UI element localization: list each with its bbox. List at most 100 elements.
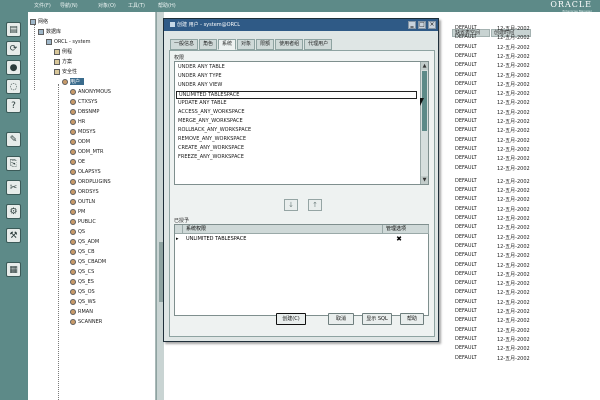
show-sql-icon[interactable]: ⚙ [6,204,21,219]
tree-node-user[interactable]: PM [70,207,85,216]
grid-row-header [175,225,183,234]
scroll-down-arrow-icon[interactable]: ▼ [421,176,428,184]
tree-node-orcl[interactable]: ORCL - system [46,37,91,46]
connect-icon[interactable]: ● [6,60,21,75]
admin-option-checkbox[interactable]: ✖ [395,235,403,243]
user-icon [70,308,76,315]
delete-icon[interactable]: ✂ [6,180,21,195]
console-icon[interactable]: ▤ [6,22,21,37]
default-tablespace-cell: DEFAULT [455,308,477,314]
default-tablespace-cell: DEFAULT [455,242,477,249]
privilege-item[interactable]: ACCESS_ANY_WORKSPACE [178,109,245,117]
tree-node-user[interactable]: QS_CS [70,267,94,276]
tab-quota[interactable]: 限额 [256,39,275,50]
minimize-button[interactable]: ‗ [408,21,416,29]
tab-consumer-group[interactable]: 使用者组 [275,39,304,50]
menu-object[interactable]: 对象(O) [98,2,116,9]
grant-privilege-button[interactable]: ↓ [284,199,298,211]
tree-node-instance[interactable]: 例程 [54,47,72,56]
grid-header-privilege[interactable]: 系统权限 [183,225,383,234]
created-date-cell: 12-五月-2002 [497,100,530,107]
tree-node-user[interactable]: SCANNER [70,317,102,326]
privilege-list[interactable]: UNDER ANY TABLE UNDER ANY TYPE UNDER ANY… [174,61,429,185]
report-icon[interactable]: ▦ [6,262,21,277]
tree-node-user[interactable]: OE [70,157,85,166]
revoke-privilege-button[interactable]: ↑ [308,199,322,211]
tab-system[interactable]: 系统 [218,39,237,50]
tree-node-security[interactable]: 安全性 [54,67,77,76]
tab-proxy-user[interactable]: 代理用户 [304,39,333,50]
cancel-button[interactable]: 取消 [328,313,354,325]
tree-node-user[interactable]: HR [70,117,85,126]
user-icon [70,88,76,95]
create-button[interactable]: 创建(C) [276,313,306,325]
tree-node-user[interactable]: QS [70,227,85,236]
tree-node-user[interactable]: ODM [70,137,90,146]
privilege-item-focused[interactable]: UNLIMITED TABLESPACE [176,91,417,99]
privilege-item[interactable]: UNDER ANY VIEW [178,82,222,90]
tree-node-user[interactable]: QS_CB [70,247,95,256]
tree-node-network[interactable]: 网络 [30,17,48,26]
tree-node-user[interactable]: PUBLIC [70,217,96,226]
granted-privileges-grid[interactable]: 系统权限 管理选项 ▸ UNLIMITED TABLESPACE ✖ [174,224,429,316]
created-date-cell: 12-五月-2002 [497,206,530,213]
disconnect-icon[interactable]: ◌ [6,79,21,94]
created-date-cell: 12-五月-2002 [497,44,530,51]
help-icon[interactable]: ? [6,98,21,113]
privilege-item[interactable]: MERGE_ANY_WORKSPACE [178,118,243,126]
tree-node-user[interactable]: ODM_MTR [70,147,103,156]
default-tablespace-cell: DEFAULT [455,298,477,305]
privilege-item[interactable]: UPDATE ANY TABLE [178,100,227,108]
privilege-item[interactable]: UNDER ANY TABLE [178,64,225,72]
tree-node-user[interactable]: QS_CBADM [70,257,106,266]
tab-role[interactable]: 角色 [199,39,218,50]
default-tablespace-cell: DEFAULT [455,127,477,134]
menu-tools[interactable]: 工具(T) [128,2,145,9]
user-icon [70,178,76,185]
tab-object[interactable]: 对象 [237,39,256,50]
tree-node-user[interactable]: CTXSYS [70,97,97,106]
menu-navigator[interactable]: 导航(N) [60,2,78,9]
grid-header-admin-option[interactable]: 管理选项 [383,225,429,234]
privilege-list-scrollbar[interactable]: ▲ ▼ [420,62,428,184]
tree-node-user[interactable]: ANONYMOUS [70,87,111,96]
tree-node-databases[interactable]: 数据库 [38,27,61,36]
tree-node-user[interactable]: QS_ES [70,277,94,286]
tree-node-user[interactable]: QS_ADM [70,237,99,246]
privilege-item[interactable]: UNDER ANY TYPE [178,73,222,81]
tree-node-users[interactable]: 用户 [62,77,84,86]
tree-node-user[interactable]: ORDSYS [70,187,99,196]
tree-node-user[interactable]: RMAN [70,307,93,316]
edit-icon[interactable]: ⎘ [6,156,21,171]
tree-node-user[interactable]: QS_WS [70,297,96,306]
close-button[interactable]: × [428,21,436,29]
menu-help[interactable]: 帮助(H) [158,2,176,9]
created-date-cell: 12-五月-2002 [497,281,530,288]
create-icon[interactable]: ✎ [6,132,21,147]
privileges-label: 权限 [174,55,185,61]
tree-node-user[interactable]: OLAPSYS [70,167,101,176]
privilege-item[interactable]: REMOVE_ANY_WORKSPACE [178,136,246,144]
privilege-item[interactable]: CREATE_ANY_WORKSPACE [178,145,244,153]
privilege-item[interactable]: FREEZE_ANY_WORKSPACE [178,154,244,162]
tools-icon[interactable]: ⚒ [6,228,21,243]
maximize-button[interactable]: □ [418,21,426,29]
created-date-cell: 12-五月-2002 [497,63,530,70]
tree-node-user[interactable]: QS_OS [70,287,95,296]
refresh-icon[interactable]: ⟳ [6,41,21,56]
granted-privilege-cell[interactable]: UNLIMITED TABLESPACE [186,235,246,244]
scroll-up-arrow-icon[interactable]: ▲ [421,62,428,70]
tree-node-user[interactable]: MDSYS [70,127,96,136]
user-icon [70,148,76,155]
created-date-cell: 12-五月-2002 [497,137,530,144]
tree-node-user[interactable]: DBSNMP [70,107,99,116]
tab-general[interactable]: 一般信息 [170,39,199,50]
help-button[interactable]: 帮助 [400,313,424,325]
tree-node-schema[interactable]: 方案 [54,57,72,66]
privilege-item[interactable]: ROLLBACK_ANY_WORKSPACE [178,127,251,135]
tree-node-user[interactable]: OUTLN [70,197,95,206]
tree-node-user[interactable]: ORDPLUGINS [70,177,111,186]
menu-file[interactable]: 文件(F) [34,2,51,9]
user-icon [70,228,76,235]
show-sql-button[interactable]: 显示 SQL [362,313,392,325]
